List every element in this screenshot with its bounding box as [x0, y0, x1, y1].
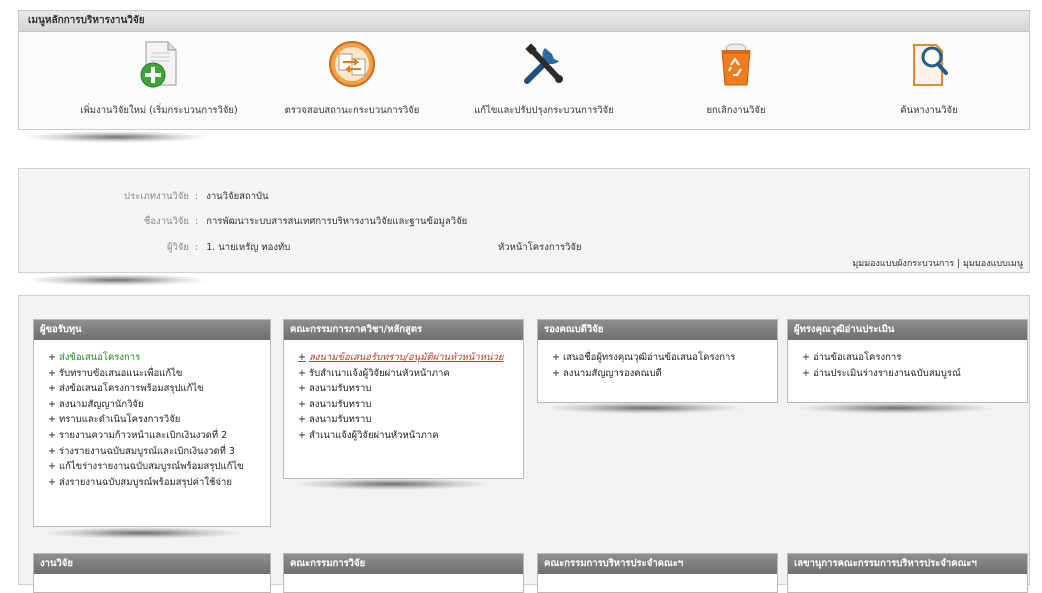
search-document-icon — [904, 39, 954, 89]
check-status-button[interactable]: ตรวจสอบสถานะกระบวนการวิจัย — [252, 33, 452, 118]
research-info-panel: ประเภทงานวิจัย: งานวิจัยสถาบัน ชื่องานวิจ… — [18, 168, 1030, 273]
panel-title: คณะกรรมการบริหารประจำคณะฯ — [538, 554, 777, 574]
view-mode-links: มุมมองแบบผังกระบวนการ | มุมมองแบบเมนู — [852, 256, 1023, 270]
menu-shadow — [24, 131, 209, 143]
check-status-label: ตรวจสอบสถานะกระบวนการวิจัย — [284, 105, 420, 116]
task-link[interactable]: + ลงนามสัญญารองคณบดี — [552, 366, 777, 382]
task-link[interactable]: + ลงนามข้อเสนอรับทราบ/อนุมัติผ่านหัวหน้าห… — [298, 350, 523, 366]
research-type-label: ประเภทงานวิจัย — [124, 191, 189, 202]
panel-research-vice-dean: รองคณบดีวิจัย + เสนอชื่อผู้ทรงคุณวุฒิอ่าน… — [537, 319, 778, 403]
research-name-row: ชื่องานวิจัย: การพัฒนาระบบสารสนเทศการบริห… — [19, 214, 467, 229]
task-link[interactable]: + แก้ไขร่างรายงานฉบับสมบูรณ์พร้อมสรุปแก้ไ… — [48, 459, 270, 475]
panel-shadow — [292, 478, 492, 490]
panel-research-committee: คณะกรรมการวิจัย — [283, 553, 524, 593]
cancel-research-button[interactable]: ยกเลิกงานวิจัย — [636, 33, 836, 118]
panel-research-office: งานวิจัย — [33, 553, 271, 593]
researcher-value: 1. นายเหรัญ ทองทับ — [206, 242, 291, 253]
cancel-research-label: ยกเลิกงานวิจัย — [706, 105, 766, 116]
research-name-label: ชื่องานวิจัย — [143, 216, 189, 227]
main-menu-bar: เมนูหลักการบริหารงานวิจัย เพิ่มงานวิจัยใ… — [18, 10, 1030, 130]
task-link[interactable]: + เสนอชื่อผู้ทรงคุณวุฒิอ่านข้อเสนอโครงการ — [552, 350, 777, 366]
task-link[interactable]: + รายงานความก้าวหน้าและเบิกเงินงวดที่ 2 — [48, 428, 270, 444]
panel-shadow — [545, 402, 745, 414]
tools-icon — [519, 39, 569, 89]
menu-view-link[interactable]: มุมมองแบบเมนู — [963, 259, 1023, 269]
research-name-value: การพัฒนาระบบสารสนเทศการบริหารงานวิจัยและ… — [206, 216, 468, 227]
panel-title: ผู้ทรงคุณวุฒิอ่านประเมิน — [788, 320, 1027, 340]
add-research-button[interactable]: เพิ่มงานวิจัยใหม่ (เริ่มกระบวนการวิจัย) — [59, 33, 259, 118]
recycle-bin-icon — [711, 39, 761, 89]
panel-title: คณะกรรมการวิจัย — [284, 554, 523, 574]
panel-faculty-board: คณะกรรมการบริหารประจำคณะฯ — [537, 553, 778, 593]
task-link[interactable]: + ร่างรายงานฉบับสมบูรณ์และเบิกเงินงวดที่ … — [48, 444, 270, 460]
task-link[interactable]: + รับสำเนาแจ้งผู้วิจัยผ่านหัวหน้าภาค — [298, 366, 523, 382]
task-link[interactable]: + ลงนามสัญญานักวิจัย — [48, 397, 270, 413]
search-research-label: ค้นหางานวิจัย — [900, 105, 958, 116]
add-research-label: เพิ่มงานวิจัยใหม่ (เริ่มกระบวนการวิจัย) — [80, 105, 238, 116]
task-link[interactable]: + ลงนามรับทราบ — [298, 397, 523, 413]
task-link[interactable]: + สำเนาแจ้งผู้วิจัยผ่านหัวหน้าภาค — [298, 428, 523, 444]
task-link[interactable]: + ทราบและดำเนินโครงการวิจัย — [48, 412, 270, 428]
researcher-label: ผู้วิจัย — [166, 242, 189, 253]
task-link[interactable]: + อ่านประเมินร่างรายงานฉบับสมบูรณ์ — [802, 366, 1027, 382]
task-link[interactable]: + ส่งข้อเสนอโครงการ — [48, 350, 270, 366]
research-type-value: งานวิจัยสถาบัน — [206, 191, 269, 202]
research-type-row: ประเภทงานวิจัย: งานวิจัยสถาบัน — [19, 189, 269, 204]
panel-title: เลขานุการคณะกรรมการบริหารประจำคณะฯ — [788, 554, 1027, 574]
panel-reviewer: ผู้ทรงคุณวุฒิอ่านประเมิน + อ่านข้อเสนอโคร… — [787, 319, 1028, 403]
view-separator: | — [957, 259, 961, 269]
edit-process-label: แก้ไขและปรับปรุงกระบวนการวิจัย — [474, 105, 614, 116]
search-research-button[interactable]: ค้นหางานวิจัย — [829, 33, 1029, 118]
main-menu-title: เมนูหลักการบริหารงานวิจัย — [19, 11, 1029, 32]
task-link[interactable]: + อ่านข้อเสนอโครงการ — [802, 350, 1027, 366]
info-shadow — [24, 274, 209, 286]
task-link[interactable]: + ส่งข้อเสนอโครงการพร้อมสรุปแก้ไข — [48, 381, 270, 397]
panel-title: คณะกรรมการภาควิชา/หลักสูตร — [284, 320, 523, 340]
task-link[interactable]: + ลงนามรับทราบ — [298, 381, 523, 397]
swap-arrows-icon — [327, 39, 377, 89]
researcher-row: ผู้วิจัย:1. นายเหรัญ ทองทับ — [19, 240, 290, 255]
panel-grant-applicant: ผู้ขอรับทุน + ส่งข้อเสนอโครงการ + รับทราบข… — [33, 319, 271, 527]
role-panels-area: ผู้ขอรับทุน + ส่งข้อเสนอโครงการ + รับทราบข… — [18, 295, 1030, 593]
researcher-role: หัวหน้าโครงการวิจัย — [498, 242, 582, 253]
panel-title: งานวิจัย — [34, 554, 270, 574]
document-add-icon — [134, 39, 184, 89]
task-link[interactable]: + ลงนามรับทราบ — [298, 412, 523, 428]
panel-title: รองคณบดีวิจัย — [538, 320, 777, 340]
task-link[interactable]: + ส่งรายงานฉบับสมบูรณ์พร้อมสรุปค่าใช้จ่าย — [48, 475, 270, 491]
panel-department-committee: คณะกรรมการภาควิชา/หลักสูตร + ลงนามข้อเสนอ… — [283, 319, 524, 479]
panel-board-secretary: เลขานุการคณะกรรมการบริหารประจำคณะฯ — [787, 553, 1028, 593]
edit-process-button[interactable]: แก้ไขและปรับปรุงกระบวนการวิจัย — [444, 33, 644, 118]
task-link[interactable]: + รับทราบข้อเสนอแนะเพื่อแก้ไข — [48, 366, 270, 382]
panel-title: ผู้ขอรับทุน — [34, 320, 270, 340]
process-view-link[interactable]: มุมมองแบบผังกระบวนการ — [852, 259, 954, 269]
panel-shadow — [42, 527, 242, 539]
panel-shadow — [795, 402, 995, 414]
